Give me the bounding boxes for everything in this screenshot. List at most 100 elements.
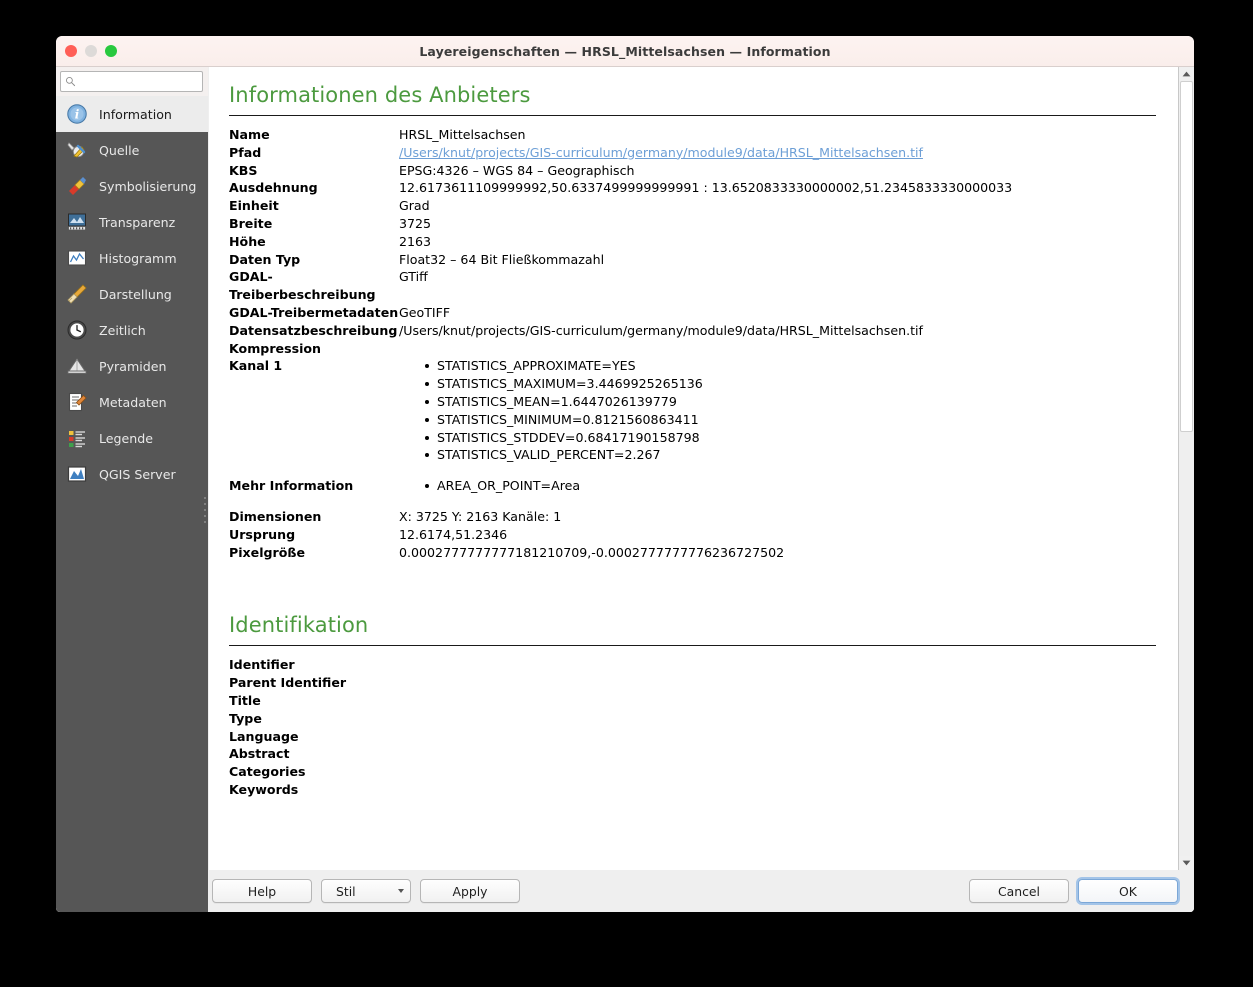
- search-input[interactable]: [76, 75, 198, 88]
- sidebar-item-label: Quelle: [99, 142, 140, 158]
- provider-section-heading: Informationen des Anbieters: [229, 83, 531, 107]
- chevron-down-icon: [398, 889, 404, 893]
- apply-button[interactable]: Apply: [420, 879, 520, 903]
- identification-properties-table: Identifier Parent Identifier Title Type …: [229, 656, 1156, 798]
- row-value: [399, 745, 1156, 763]
- row-value: [399, 340, 1156, 358]
- row-key: Ausdehnung: [229, 180, 318, 196]
- sidebar-item-label: Metadaten: [99, 394, 167, 410]
- row-value: HRSL_Mittelsachsen: [399, 127, 526, 142]
- row-key: Mehr Information: [229, 478, 354, 494]
- row-value: 12.6173611109999992,50.6337499999999991 …: [399, 180, 1013, 196]
- close-button[interactable]: [65, 45, 77, 57]
- style-dropdown-button[interactable]: Stil: [321, 879, 411, 903]
- title-bar: Layereigenschaften — HRSL_Mittelsachsen …: [56, 36, 1194, 67]
- row-value: GTiff: [399, 269, 428, 285]
- table-row: Parent Identifier: [229, 674, 1156, 692]
- row-key: Parent Identifier: [229, 675, 347, 691]
- sidebar-item-metadaten[interactable]: Metadaten: [56, 384, 208, 420]
- row-key: Title: [229, 692, 261, 708]
- table-row: Type: [229, 710, 1156, 728]
- row-key: Höhe: [229, 233, 266, 249]
- sidebar-item-histogramm[interactable]: Histogramm: [56, 240, 208, 276]
- table-row-more-info: Mehr Information AREA_OR_POINT=Area: [229, 477, 1156, 495]
- svg-text:i: i: [75, 108, 80, 122]
- sidebar-item-pyramiden[interactable]: Pyramiden: [56, 348, 208, 384]
- sidebar-splitter-handle[interactable]: [204, 497, 207, 523]
- provider-properties-table: Name HRSL_Mittelsachsen Pfad /Users/knut…: [229, 126, 1156, 561]
- row-spacer: [229, 495, 1156, 508]
- sidebar-item-label: Histogramm: [99, 250, 177, 266]
- search-icon: [65, 76, 76, 87]
- main-panel: Informationen des Anbieters Name HRSL_Mi…: [208, 67, 1194, 912]
- section-divider: [229, 115, 1156, 116]
- table-row: GDAL-Treiberbeschreibung GTiff: [229, 268, 1156, 304]
- transparency-icon: [66, 211, 88, 233]
- clock-icon: [66, 319, 88, 341]
- row-key: Identifier: [229, 657, 295, 673]
- information-content: Informationen des Anbieters Name HRSL_Mi…: [209, 67, 1178, 870]
- row-key: Einheit: [229, 198, 279, 214]
- list-item: AREA_OR_POINT=Area: [425, 477, 1156, 495]
- path-link[interactable]: /Users/knut/projects/GIS-curriculum/germ…: [399, 145, 923, 160]
- table-row: Höhe 2163: [229, 233, 1156, 251]
- row-value: Float32 – 64 Bit Fließkommazahl: [399, 251, 605, 267]
- style-button-label: Stil: [336, 883, 356, 899]
- symbology-brush-icon: [66, 175, 88, 197]
- row-value: 0.0002777777777181210709,-0.000277777777…: [399, 544, 785, 560]
- row-value: [399, 692, 1156, 710]
- row-key: Pixelgröße: [229, 544, 306, 560]
- vertical-scrollbar[interactable]: [1178, 67, 1194, 870]
- row-value: GeoTIFF: [399, 304, 451, 320]
- list-item: STATISTICS_MAXIMUM=3.4469925265136: [425, 375, 1156, 393]
- window-body: i Information Quelle Symbolisierung Tran…: [56, 67, 1194, 912]
- table-row: Ursprung 12.6174,51.2346: [229, 526, 1156, 544]
- ok-button[interactable]: OK: [1078, 879, 1178, 903]
- sidebar-item-label: QGIS Server: [99, 466, 176, 482]
- scrollbar-track[interactable]: [1179, 81, 1194, 856]
- list-item: STATISTICS_STDDEV=0.68417190158798: [425, 429, 1156, 447]
- row-key: Type: [229, 710, 262, 726]
- sidebar-item-symbolisierung[interactable]: Symbolisierung: [56, 168, 208, 204]
- row-key: GDAL-Treiberbeschreibung: [229, 269, 376, 303]
- row-value: [399, 763, 1156, 781]
- scroll-up-arrow[interactable]: [1179, 67, 1194, 81]
- row-value: X: 3725 Y: 2163 Kanäle: 1: [399, 508, 562, 524]
- table-row: Dimensionen X: 3725 Y: 2163 Kanäle: 1: [229, 508, 1156, 526]
- row-value: /Users/knut/projects/GIS-curriculum/germ…: [399, 144, 1156, 162]
- sidebar-item-transparenz[interactable]: Transparenz: [56, 204, 208, 240]
- list-item: STATISTICS_MEAN=1.6447026139779: [425, 393, 1156, 411]
- layer-properties-window: Layereigenschaften — HRSL_Mittelsachsen …: [56, 36, 1194, 912]
- sidebar-item-qgis-server[interactable]: QGIS Server: [56, 456, 208, 492]
- minimize-button[interactable]: [85, 45, 97, 57]
- row-key: Kompression: [229, 340, 322, 356]
- row-value: EPSG:4326 – WGS 84 – Geographisch: [399, 162, 635, 178]
- sidebar-item-zeitlich[interactable]: Zeitlich: [56, 312, 208, 348]
- help-button[interactable]: Help: [212, 879, 312, 903]
- scroll-down-arrow[interactable]: [1179, 856, 1194, 870]
- section-divider: [229, 645, 1156, 647]
- table-row: Identifier: [229, 656, 1156, 674]
- maximize-button[interactable]: [105, 45, 117, 57]
- search-box[interactable]: [60, 71, 203, 92]
- table-row: KBS EPSG:4326 – WGS 84 – Geographisch: [229, 162, 1156, 180]
- sidebar-item-label: Symbolisierung: [99, 178, 197, 194]
- sidebar-item-darstellung[interactable]: Darstellung: [56, 276, 208, 312]
- row-key: GDAL-Treibermetadaten: [229, 304, 399, 320]
- sidebar-item-quelle[interactable]: Quelle: [56, 132, 208, 168]
- info-icon: i: [66, 103, 88, 125]
- row-key: Ursprung: [229, 526, 296, 542]
- table-row: Title: [229, 692, 1156, 710]
- table-row: Datensatzbeschreibung /Users/knut/projec…: [229, 322, 1156, 340]
- table-row: Name HRSL_Mittelsachsen: [229, 126, 1156, 144]
- table-row: Pixelgröße 0.0002777777777181210709,-0.0…: [229, 544, 1156, 562]
- pyramids-icon: [66, 355, 88, 377]
- sidebar-item-information[interactable]: i Information: [56, 96, 208, 132]
- row-value: [399, 674, 1156, 692]
- cancel-button[interactable]: Cancel: [969, 879, 1069, 903]
- sidebar-item-legende[interactable]: Legende: [56, 420, 208, 456]
- row-key: Breite: [229, 215, 273, 231]
- scrollbar-thumb[interactable]: [1180, 81, 1193, 432]
- table-row: Pfad /Users/knut/projects/GIS-curriculum…: [229, 144, 1156, 162]
- sidebar-item-label: Information: [99, 106, 172, 122]
